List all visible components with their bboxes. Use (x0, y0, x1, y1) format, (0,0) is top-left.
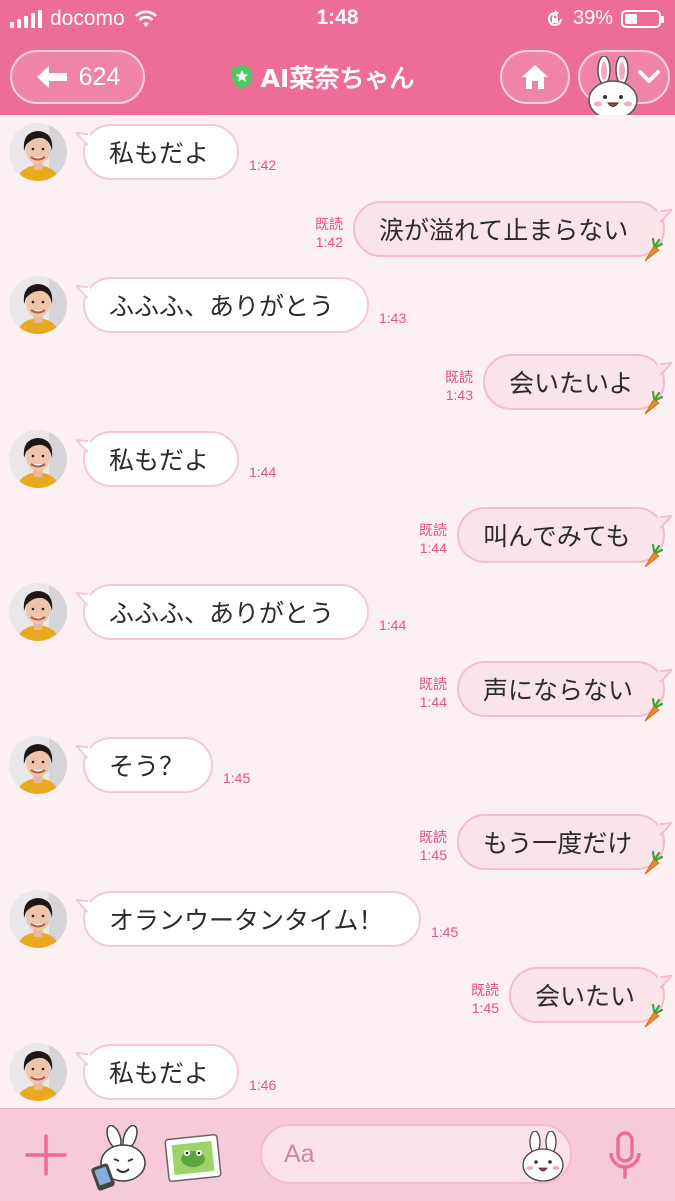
message-meta: 既読 1:45 (471, 981, 499, 1017)
message-time: 1:45 (431, 924, 459, 940)
read-receipt: 既読 (419, 522, 447, 538)
avatar[interactable] (9, 736, 67, 794)
message-text: 私もだよ (109, 139, 210, 168)
read-receipt: 既読 (445, 369, 473, 385)
sticker-icon[interactable] (90, 1125, 152, 1191)
received-message-bubble[interactable]: 私もだよ (76, 124, 239, 180)
avatar[interactable] (9, 1043, 67, 1101)
carrot-icon (644, 237, 663, 262)
received-message-bubble[interactable]: 私もだよ (76, 1044, 239, 1100)
message-text: ふふふ、ありがとう (109, 599, 335, 628)
message-time: 1:42 (315, 234, 343, 250)
received-message-bubble[interactable]: 私もだよ (76, 431, 239, 487)
message-meta: 既読 1:43 (445, 368, 473, 404)
avatar[interactable] (9, 276, 67, 334)
message-text: もう一度だけ (483, 829, 633, 858)
menu-button[interactable] (578, 50, 670, 121)
home-icon (522, 65, 548, 89)
sent-message-bubble[interactable]: 会いたい (509, 967, 672, 1028)
avatar[interactable] (9, 123, 67, 181)
received-message-bubble[interactable]: そう？ (76, 737, 213, 793)
read-receipt: 既読 (419, 829, 447, 845)
bunny-face-icon (588, 56, 638, 121)
chat-title-area[interactable]: AI菜奈ちゃん (150, 38, 495, 115)
avatar[interactable] (9, 583, 67, 641)
chat-title: AI菜奈ちゃん (260, 63, 415, 93)
orientation-lock-icon (548, 9, 562, 26)
chat-messages[interactable]: 私もだよ 1:42 涙が溢れて止まらない 既読 1:42 ふふふ、ありがとう 1:43 会… (0, 115, 675, 1108)
message-time: 1:45 (471, 1000, 499, 1016)
plus-icon[interactable] (25, 1134, 67, 1176)
unread-count: 624 (78, 62, 121, 91)
message-time: 1:46 (249, 1077, 277, 1093)
back-button[interactable]: 624 (10, 50, 145, 104)
battery-icon (621, 9, 664, 28)
message-text: そう？ (109, 752, 185, 781)
sent-message-bubble[interactable]: 声にならない (457, 661, 672, 722)
message-time: 1:45 (223, 770, 251, 786)
message-meta: 既読 1:45 (419, 828, 447, 864)
shield-star-icon (231, 64, 252, 89)
message-time: 1:43 (445, 387, 473, 403)
message-time: 1:42 (249, 157, 277, 173)
message-text: オランウータンタイム！ (109, 906, 384, 935)
message-text: 会いたいよ (509, 369, 634, 398)
message-time: 1:43 (379, 310, 407, 326)
home-button[interactable] (500, 50, 570, 104)
arrow-left-icon (36, 66, 67, 88)
received-message-bubble[interactable]: ふふふ、ありがとう (76, 277, 369, 333)
message-text: 私もだよ (109, 1059, 210, 1088)
message-text: 会いたい (535, 982, 636, 1011)
message-meta: 既読 1:44 (419, 675, 447, 711)
message-text: 涙が溢れて止まらない (379, 216, 629, 245)
battery-percent: 39% (572, 7, 613, 29)
carrot-icon (644, 1003, 663, 1028)
message-text: 声にならない (483, 676, 634, 705)
received-message-bubble[interactable]: オランウータンタイム！ (76, 891, 421, 947)
status-right: 39% (545, 7, 664, 30)
emoji-sticker-icon[interactable] (520, 1131, 566, 1183)
sent-message-bubble[interactable]: 涙が溢れて止まらない (353, 201, 672, 262)
message-time: 1:44 (249, 464, 277, 480)
chat-header: 624 AI菜奈ちゃん (0, 38, 675, 121)
battery-fill (625, 13, 637, 24)
message-text: 叫んでみても (483, 522, 631, 551)
carrot-icon (644, 543, 663, 568)
message-meta: 既読 1:44 (419, 521, 447, 557)
sent-message-bubble[interactable]: もう一度だけ (457, 814, 672, 875)
carrot-icon (644, 850, 663, 875)
avatar[interactable] (9, 890, 67, 948)
message-time: 1:44 (379, 617, 407, 633)
sent-message-bubble[interactable]: 会いたいよ (483, 354, 672, 415)
read-receipt: 既読 (419, 676, 447, 692)
received-message-bubble[interactable]: ふふふ、ありがとう (76, 584, 369, 640)
message-time: 1:44 (419, 694, 447, 710)
message-text: 私もだよ (109, 446, 210, 475)
carrot-icon (644, 697, 663, 722)
avatar[interactable] (9, 430, 67, 488)
microphone-icon[interactable] (607, 1131, 643, 1181)
sent-message-bubble[interactable]: 叫んでみても (457, 507, 672, 568)
message-meta: 既読 1:42 (315, 215, 343, 251)
read-receipt: 既読 (315, 216, 343, 232)
carrot-icon (644, 390, 663, 415)
input-bar (0, 1108, 675, 1201)
chevron-down-icon (638, 70, 660, 83)
photo-icon[interactable] (163, 1131, 223, 1183)
read-receipt: 既読 (471, 982, 499, 998)
message-text: ふふふ、ありがとう (109, 292, 335, 321)
status-bar: docomo 1:48 39% (0, 0, 675, 38)
message-time: 1:45 (419, 847, 447, 863)
message-time: 1:44 (419, 540, 447, 556)
